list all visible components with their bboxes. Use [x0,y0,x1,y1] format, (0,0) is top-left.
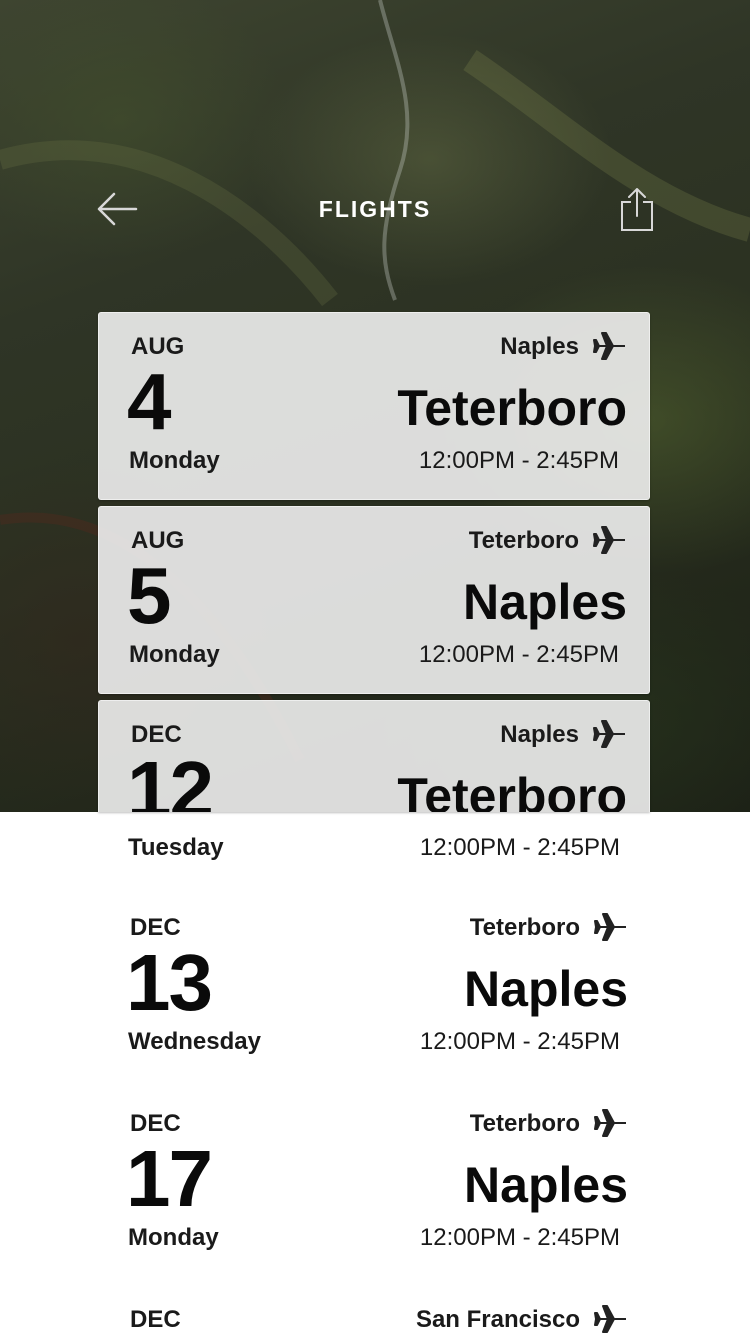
flight-destination: Naples [463,574,627,630]
flight-times: 12:00PM - 2:45PM [419,834,620,861]
flight-day: 12 [127,745,214,812]
flight-weekday: Monday [128,1224,219,1251]
flight-destination: Teterboro [397,380,627,436]
share-icon[interactable] [618,186,656,232]
flight-origin: Teterboro [469,1110,580,1137]
flight-times: 12:00PM - 2:45PM [418,641,619,668]
flight-destination: Naples [464,961,628,1017]
airplane-icon [593,720,625,748]
airplane-icon [594,1109,626,1137]
flight-day: 4 [127,357,171,446]
flight-weekday: Monday [129,641,220,668]
flight-times: 12:00PM - 2:45PM [419,1028,620,1055]
flight-card[interactable]: AUG 4 Monday Naples Teterboro 12:00PM - … [98,312,650,500]
flight-weekday: Tuesday [128,834,224,861]
airplane-icon [593,526,625,554]
flight-origin: Naples [500,333,579,360]
flight-card[interactable]: AUG 5 Monday Teterboro Naples 12:00PM - … [98,506,650,694]
flight-card-lower[interactable]: Tuesday 12:00PM - 2:45PM [98,812,650,888]
flight-origin: Teterboro [469,914,580,941]
flight-times: 12:00PM - 2:45PM [419,1224,620,1251]
flight-day: 5 [127,551,171,640]
flight-day: 13 [126,938,213,1027]
airplane-icon [594,1305,626,1333]
flight-day: 17 [126,1134,213,1223]
flight-times: 12:00PM - 2:45PM [418,447,619,474]
flight-destination: Teterboro [397,768,627,812]
flight-card[interactable]: DEC San Francisco [98,1286,650,1334]
flight-destination: Naples [464,1157,628,1213]
flight-card[interactable]: DEC 13 Wednesday Teterboro Naples 12:00P… [98,894,650,1082]
flight-origin: Teterboro [468,527,579,554]
flight-card[interactable]: DEC 17 Monday Teterboro Naples 12:00PM -… [98,1090,650,1278]
flight-weekday: Wednesday [128,1028,261,1055]
flight-origin: San Francisco [415,1306,580,1333]
flight-month: DEC [130,1306,181,1333]
flight-weekday: Monday [129,447,220,474]
airplane-icon [594,913,626,941]
flight-origin: Naples [500,721,579,748]
flight-card[interactable]: DEC 12 Naples Teterboro [98,700,650,812]
airplane-icon [593,332,625,360]
